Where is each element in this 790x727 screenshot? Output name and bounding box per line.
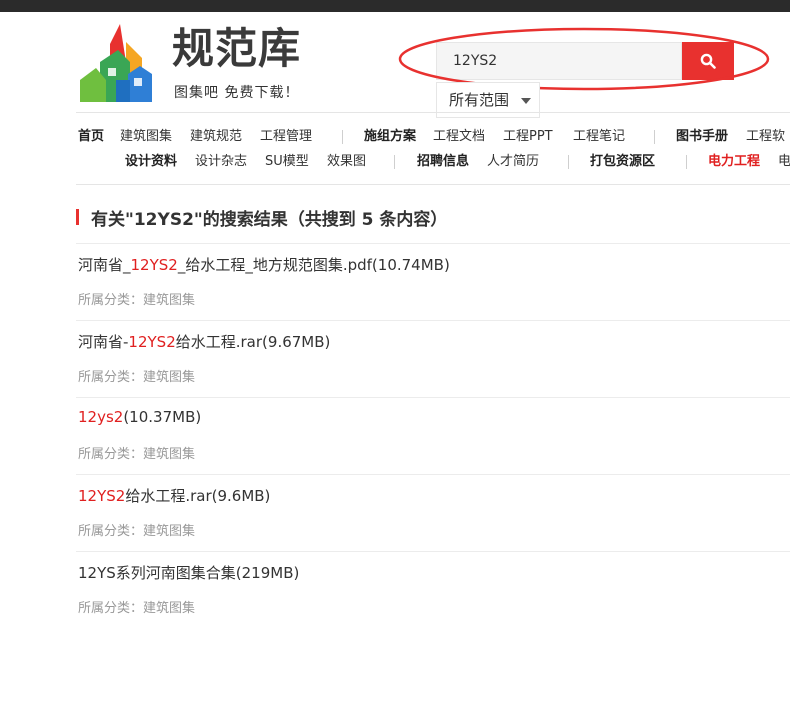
result-title-highlight: 12YS2 xyxy=(78,487,126,505)
logo-title: 规范库 xyxy=(172,24,302,73)
result-title-link[interactable]: 12ys2(10.37MB) xyxy=(78,408,201,426)
nav-project-ppt[interactable]: 工程PPT xyxy=(503,127,553,147)
nav-resumes[interactable]: 人才简历 xyxy=(487,152,539,172)
result-item: 12YS系列河南图集合集(219MB) 所属分类：建筑图集 xyxy=(76,551,790,628)
divider xyxy=(76,112,790,113)
scope-label: 所有范围 xyxy=(449,91,510,109)
browser-top-bar xyxy=(0,0,790,12)
result-category: 所属分类：建筑图集 xyxy=(78,601,196,616)
logo-houses-icon xyxy=(80,24,152,102)
result-title-suffix: (10.37MB) xyxy=(123,408,202,426)
result-title-suffix: _给水工程_地方规范图集.pdf(10.74MB) xyxy=(177,256,450,274)
logo-tagline: 图集吧 免费下载！ xyxy=(174,85,300,101)
result-category: 所属分类：建筑图集 xyxy=(78,293,196,308)
nav-building-codes[interactable]: 建筑规范 xyxy=(190,127,242,147)
result-title-suffix: 给水工程.rar(9.6MB) xyxy=(125,487,271,505)
result-item: 河南省_12YS2_给水工程_地方规范图集.pdf(10.74MB) 所属分类：… xyxy=(76,243,790,320)
divider xyxy=(76,184,790,185)
nav-separator xyxy=(568,155,569,169)
nav-design-magazines[interactable]: 设计杂志 xyxy=(195,152,247,172)
site-logo[interactable]: 规范库 图集吧 免费下载！ xyxy=(80,22,310,104)
results-heading: 有关"12YS2"的搜索结果（共搜到 5 条内容） xyxy=(91,210,448,230)
result-title-prefix: 河南省_ xyxy=(78,256,131,274)
nav-building-atlas[interactable]: 建筑图集 xyxy=(120,127,172,147)
nav-separator xyxy=(654,130,655,144)
nav-renderings[interactable]: 效果图 xyxy=(327,152,366,172)
result-category: 所属分类：建筑图集 xyxy=(78,370,196,385)
result-title-suffix: 给水工程.rar(9.67MB) xyxy=(175,333,331,351)
nav-project-notes[interactable]: 工程笔记 xyxy=(573,127,625,147)
section-marker xyxy=(76,209,79,225)
nav-bundle-resources[interactable]: 打包资源区 xyxy=(590,152,655,172)
nav-separator xyxy=(686,155,687,169)
nav-home[interactable]: 首页 xyxy=(78,127,104,147)
nav-separator xyxy=(342,130,343,144)
caret-down-icon xyxy=(521,98,531,104)
search-box xyxy=(436,42,682,80)
nav-design-materials[interactable]: 设计资料 xyxy=(125,152,177,172)
nav-project-software[interactable]: 工程软 xyxy=(746,127,785,147)
nav-electrical-engineering[interactable]: 电力工程 xyxy=(708,152,760,172)
search-button[interactable] xyxy=(682,42,734,80)
result-title-link[interactable]: 12YS2给水工程.rar(9.6MB) xyxy=(78,485,270,506)
nav-electrical-more[interactable]: 电 xyxy=(778,152,790,172)
result-item: 12YS2给水工程.rar(9.6MB) 所属分类：建筑图集 xyxy=(76,474,790,551)
result-category: 所属分类：建筑图集 xyxy=(78,524,196,539)
result-title-prefix: 12YS系列河南图集合集(219MB) xyxy=(78,564,300,582)
search-input[interactable] xyxy=(437,43,681,79)
nav-construction-plans[interactable]: 施组方案 xyxy=(364,127,416,147)
nav-separator xyxy=(394,155,395,169)
result-title-highlight: 12ys2 xyxy=(78,408,124,426)
result-category: 所属分类：建筑图集 xyxy=(78,447,196,462)
result-item: 12ys2(10.37MB) 所属分类：建筑图集 xyxy=(76,397,790,474)
nav-project-management[interactable]: 工程管理 xyxy=(260,127,312,147)
result-title-highlight: 12YS2 xyxy=(130,256,178,274)
search-icon xyxy=(700,53,716,69)
nav-su-models[interactable]: SU模型 xyxy=(265,152,309,172)
result-title-prefix: 河南省- xyxy=(78,333,129,351)
result-title-highlight: 12YS2 xyxy=(128,333,176,351)
result-title-link[interactable]: 河南省-12YS2给水工程.rar(9.67MB) xyxy=(78,331,330,352)
nav-books-manuals[interactable]: 图书手册 xyxy=(676,127,728,147)
result-title-link[interactable]: 河南省_12YS2_给水工程_地方规范图集.pdf(10.74MB) xyxy=(78,254,450,275)
nav-project-docs[interactable]: 工程文档 xyxy=(433,127,485,147)
result-item: 河南省-12YS2给水工程.rar(9.67MB) 所属分类：建筑图集 xyxy=(76,320,790,397)
result-title-link[interactable]: 12YS系列河南图集合集(219MB) xyxy=(78,562,299,583)
nav-recruitment[interactable]: 招聘信息 xyxy=(417,152,469,172)
